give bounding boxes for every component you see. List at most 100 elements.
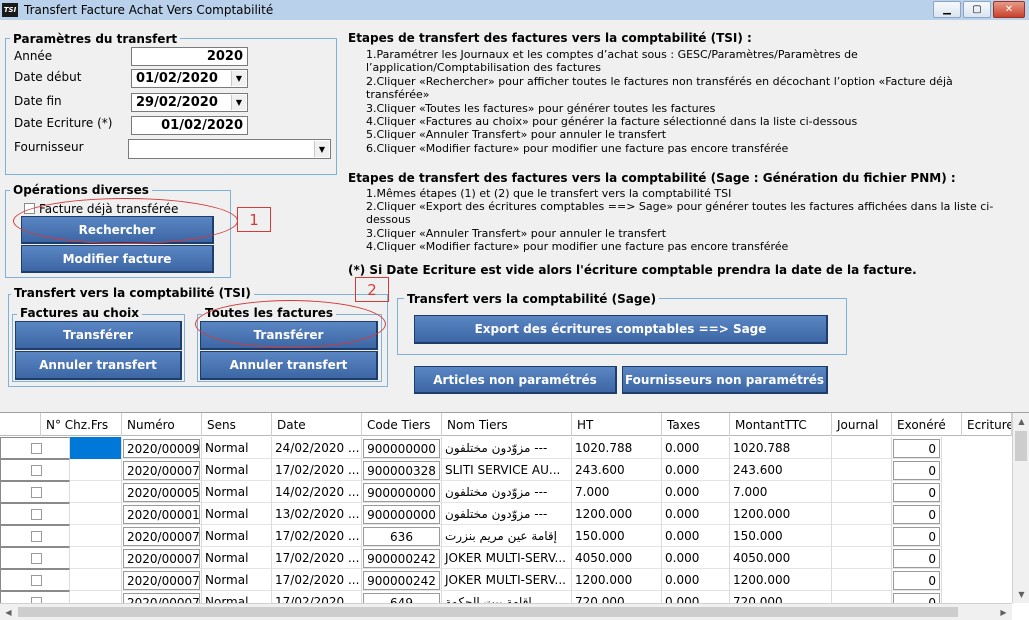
taxes-cell[interactable]: 0.000	[662, 569, 730, 591]
sens-cell[interactable]: Normal	[202, 437, 272, 459]
montant-ttc-cell[interactable]: 150.000	[730, 525, 832, 547]
montant-ttc-cell[interactable]: 7.000	[730, 481, 832, 503]
nom-tiers-cell[interactable]: مزوّدون مختلفون ---	[442, 481, 572, 503]
exonere-checkbox[interactable]	[31, 508, 42, 520]
ht-cell[interactable]: 243.600	[572, 459, 662, 481]
taxes-cell[interactable]: 0.000	[662, 437, 730, 459]
exonere-checkbox[interactable]	[31, 486, 42, 498]
exonere-cell[interactable]	[0, 437, 70, 459]
table-row[interactable]: 2020/000050 Normal 14/02/2020 ... 900000000…	[0, 481, 942, 503]
column-header[interactable]: MontantTTC	[730, 413, 832, 436]
chevron-down-icon[interactable]: ▼	[231, 95, 246, 110]
code-tiers-cell[interactable]: 900000000	[362, 503, 442, 525]
modifier-facture-button[interactable]: Modifier facture	[21, 245, 214, 273]
chevron-down-icon[interactable]: ▼	[231, 71, 246, 86]
numero-cell[interactable]: 2020/000070	[122, 525, 202, 547]
nom-tiers-cell[interactable]: JOKER MULTI-SERV...	[442, 569, 572, 591]
table-row[interactable]: ▶2020/000098Normal24/02/2020 ...90000000…	[0, 437, 942, 459]
sens-cell[interactable]: Normal	[202, 525, 272, 547]
column-header[interactable]: Taxes	[662, 413, 730, 436]
date-cell[interactable]: 24/02/2020 ...	[272, 437, 362, 459]
exonere-cell[interactable]	[0, 569, 70, 591]
export-sage-button[interactable]: Export des écritures comptables ==> Sage	[414, 315, 828, 344]
journal-cell[interactable]	[832, 503, 892, 525]
exonere-cell[interactable]	[0, 547, 70, 569]
date-fin-input[interactable]: 29/02/2020 ▼	[131, 93, 248, 112]
date-cell[interactable]: 17/02/2020 ...	[272, 569, 362, 591]
numero-cell[interactable]: 2020/000050	[122, 481, 202, 503]
ecriture-cell[interactable]: 0	[892, 503, 942, 525]
exonere-checkbox[interactable]	[31, 552, 42, 564]
annuler-toutes-button[interactable]: Annuler transfert	[200, 351, 378, 380]
code-tiers-cell[interactable]: 900000328	[362, 459, 442, 481]
column-header[interactable]: Date	[272, 413, 362, 436]
ecriture-cell[interactable]: 0	[892, 547, 942, 569]
code-tiers-cell[interactable]: 900000242	[362, 569, 442, 591]
montant-ttc-cell[interactable]: 1020.788	[730, 437, 832, 459]
numero-cell[interactable]: 2020/000079	[122, 569, 202, 591]
journal-cell[interactable]	[832, 547, 892, 569]
ht-cell[interactable]: 7.000	[572, 481, 662, 503]
code-tiers-cell[interactable]: 900000000	[362, 481, 442, 503]
journal-cell[interactable]	[832, 569, 892, 591]
annee-input[interactable]: 2020	[131, 47, 248, 66]
exonere-cell[interactable]	[0, 481, 70, 503]
table-row[interactable]: 2020/000077 Normal 17/02/2020 ... 900000328…	[0, 459, 942, 481]
montant-ttc-cell[interactable]: 4050.000	[730, 547, 832, 569]
taxes-cell[interactable]: 0.000	[662, 525, 730, 547]
column-header[interactable]: Ecriture	[962, 413, 1012, 436]
taxes-cell[interactable]: 0.000	[662, 547, 730, 569]
column-header[interactable]: Exonéré	[892, 413, 962, 436]
scroll-down-icon[interactable]: ▼	[1013, 586, 1029, 603]
date-cell[interactable]: 17/02/2020 ...	[272, 459, 362, 481]
minimize-button[interactable]: ▁	[933, 1, 961, 18]
journal-cell[interactable]	[832, 525, 892, 547]
scroll-up-icon[interactable]: ▲	[1013, 413, 1029, 430]
numero-cell[interactable]: 2020/000098	[122, 437, 202, 459]
date-cell[interactable]: 13/02/2020 ...	[272, 503, 362, 525]
ecriture-cell[interactable]: 0	[892, 569, 942, 591]
scroll-left-icon[interactable]: ◀	[0, 604, 17, 620]
sens-cell[interactable]: Normal	[202, 481, 272, 503]
horizontal-scrollbar[interactable]: ◀ ▶	[0, 603, 1012, 620]
sens-cell[interactable]: Normal	[202, 503, 272, 525]
close-button[interactable]: ✕	[993, 1, 1025, 18]
code-tiers-cell[interactable]: 900000242	[362, 547, 442, 569]
date-ecriture-input[interactable]: 01/02/2020	[131, 116, 248, 135]
code-tiers-cell[interactable]: 900000000	[362, 437, 442, 459]
taxes-cell[interactable]: 0.000	[662, 481, 730, 503]
column-header[interactable]: HT	[572, 413, 662, 436]
scroll-thumb[interactable]	[1015, 431, 1027, 461]
exonere-cell[interactable]	[0, 525, 70, 547]
exonere-cell[interactable]	[0, 459, 70, 481]
date-cell[interactable]: 17/02/2020 ...	[272, 525, 362, 547]
ecriture-cell[interactable]: 0	[892, 481, 942, 503]
column-header[interactable]: N° Chz.Frs	[41, 413, 122, 436]
table-row[interactable]: 2020/000078 Normal 17/02/2020 ... 900000242…	[0, 547, 942, 569]
vertical-scrollbar[interactable]: ▲ ▼	[1012, 413, 1029, 603]
chevron-down-icon[interactable]: ▼	[314, 141, 329, 157]
column-header[interactable]: Nom Tiers	[442, 413, 572, 436]
exonere-checkbox[interactable]	[31, 530, 42, 542]
date-cell[interactable]: 14/02/2020 ...	[272, 481, 362, 503]
code-tiers-cell[interactable]: 636	[362, 525, 442, 547]
taxes-cell[interactable]: 0.000	[662, 503, 730, 525]
journal-cell[interactable]	[832, 481, 892, 503]
montant-ttc-cell[interactable]: 1200.000	[730, 569, 832, 591]
exonere-checkbox[interactable]	[31, 442, 42, 454]
ecriture-cell[interactable]: 0	[892, 437, 942, 459]
ht-cell[interactable]: 150.000	[572, 525, 662, 547]
exonere-checkbox[interactable]	[31, 574, 42, 586]
nom-tiers-cell[interactable]: إقامة عين مريم بنزرت	[442, 525, 572, 547]
column-header[interactable]: Code Tiers	[362, 413, 442, 436]
exonere-cell[interactable]	[0, 503, 70, 525]
montant-ttc-cell[interactable]: 243.600	[730, 459, 832, 481]
ecriture-cell[interactable]: 0	[892, 525, 942, 547]
sens-cell[interactable]: Normal	[202, 459, 272, 481]
date-debut-input[interactable]: 01/02/2020 ▼	[131, 69, 248, 88]
scroll-thumb[interactable]	[18, 607, 958, 617]
factures-grid[interactable]: N° Chz.Frs Numéro Sens Date Code Tiers N…	[0, 412, 1029, 620]
scroll-right-icon[interactable]: ▶	[995, 604, 1012, 620]
exonere-checkbox[interactable]	[31, 464, 42, 476]
column-header[interactable]: Sens	[202, 413, 272, 436]
